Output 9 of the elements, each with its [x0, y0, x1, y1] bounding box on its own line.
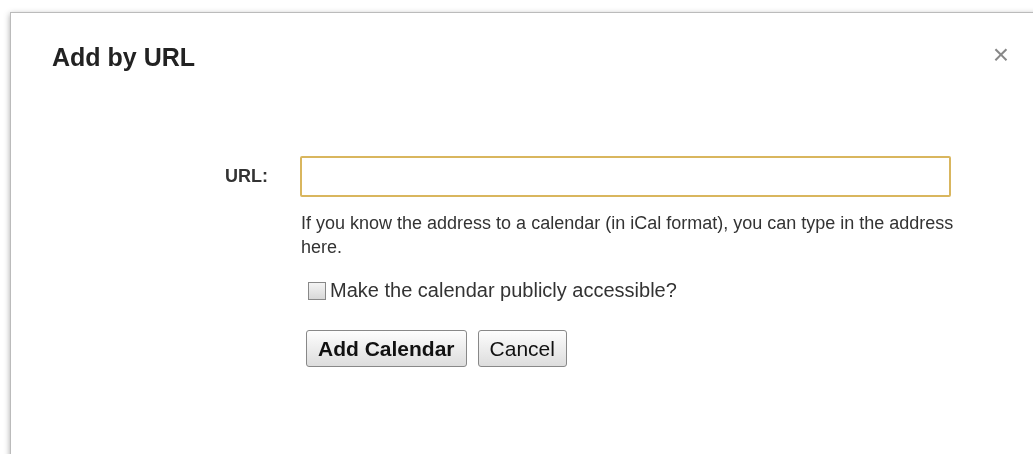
add-calendar-button[interactable]: Add Calendar	[306, 330, 467, 367]
url-label: URL:	[224, 166, 268, 187]
cancel-button[interactable]: Cancel	[477, 330, 567, 367]
url-input-field[interactable]	[300, 156, 951, 197]
public-checkbox[interactable]	[308, 281, 326, 300]
public-checkbox-label: Make the calendar publicly accessible?	[330, 279, 677, 302]
close-button[interactable]: ×	[992, 45, 1009, 65]
help-text: If you know the address to a calendar (in iCal format), you can type in the address here.	[301, 212, 955, 259]
dialog-title: Add by URL	[52, 43, 196, 72]
